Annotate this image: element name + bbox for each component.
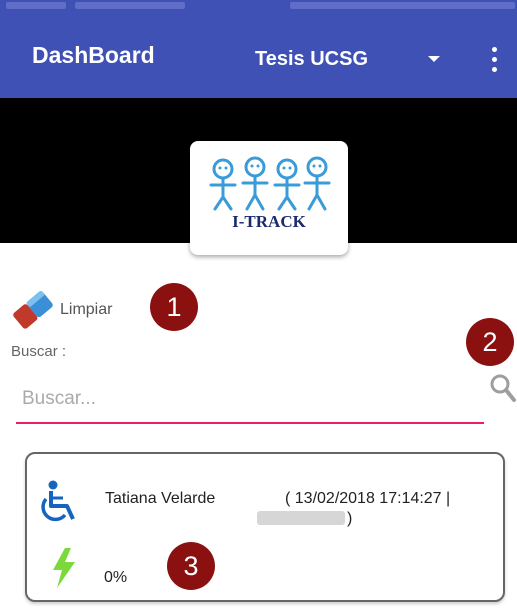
lightning-bolt-icon — [53, 548, 75, 588]
project-dropdown[interactable]: Tesis UCSG — [255, 39, 455, 79]
clear-button[interactable]: Limpiar — [10, 288, 112, 332]
search-icon[interactable] — [488, 372, 516, 406]
step-badge-1: 1 — [150, 283, 198, 331]
search-label: Buscar : — [11, 343, 67, 360]
project-label: Tesis UCSG — [255, 47, 368, 70]
kids-logo-icon — [209, 156, 331, 211]
patient-card[interactable]: Tatiana Velarde ( 13/02/2018 17:14:27 | … — [25, 452, 505, 602]
redacted-text — [257, 511, 345, 525]
eraser-icon — [13, 290, 53, 329]
timestamp: ( 13/02/2018 17:14:27 | — [285, 490, 451, 507]
app-bar: DashBoard Tesis UCSG — [0, 12, 517, 98]
progress-value: 0% — [104, 569, 128, 586]
app-title: DashBoard — [32, 42, 155, 68]
step-badge-3: 3 — [167, 542, 215, 590]
banner: I-TRACK — [0, 98, 517, 255]
app-logo: I-TRACK — [190, 141, 348, 255]
status-bar — [0, 0, 517, 12]
wheelchair-icon — [41, 480, 75, 522]
overflow-menu-icon[interactable] — [480, 42, 508, 76]
clear-label: Limpiar — [60, 301, 113, 318]
patient-name: Tatiana Velarde — [105, 490, 216, 507]
logo-text: I-TRACK — [232, 212, 306, 231]
step-badge-2: 2 — [466, 318, 514, 366]
timestamp-close: ) — [347, 510, 353, 527]
search-input[interactable] — [16, 376, 484, 424]
dropdown-arrow-icon — [428, 56, 440, 62]
